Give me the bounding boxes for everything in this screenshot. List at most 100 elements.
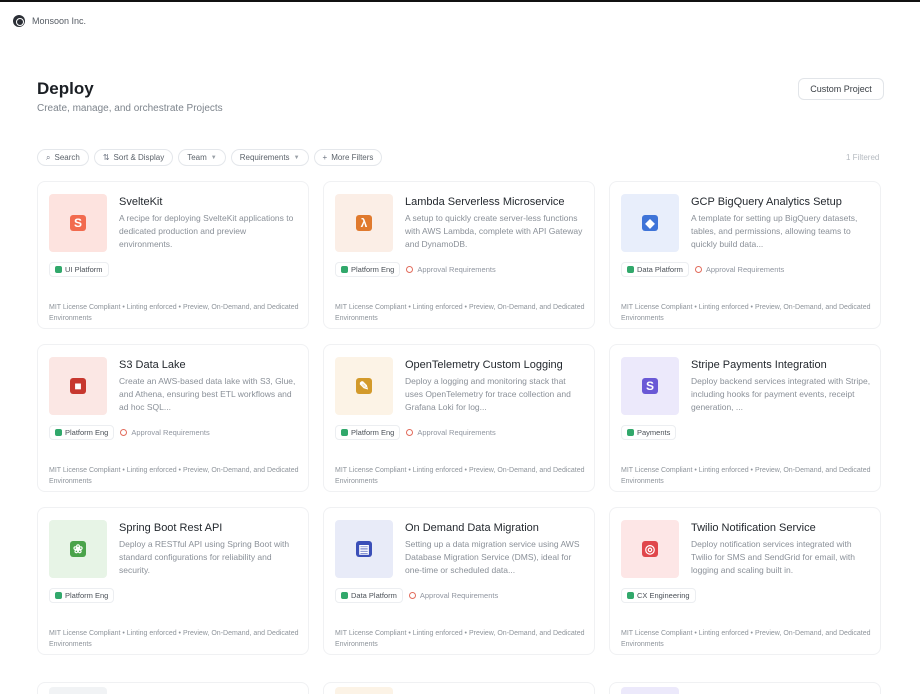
chevron-down-icon: ▼ <box>293 154 300 161</box>
team-tag: Platform Eng <box>335 425 401 440</box>
requirement-icon <box>406 266 414 273</box>
team-tag: Data Platform <box>621 262 689 277</box>
org-switcher[interactable]: Monsoon Inc. <box>13 15 86 27</box>
aws-s3-icon: ■ <box>70 378 86 394</box>
project-card[interactable]: ▤ On Demand Data Migration Setting up a … <box>323 507 595 655</box>
team-icon <box>55 592 62 599</box>
org-name: Monsoon Inc. <box>32 16 87 26</box>
card-tags: Data Platform Approval Requirements <box>335 588 498 603</box>
card-compliance: MIT License Compliant • Linting enforced… <box>49 630 299 648</box>
page-subtitle: Create, manage, and orchestrate Projects <box>37 103 223 114</box>
approval-requirements: Approval Requirements <box>408 588 498 603</box>
card-title: GCP BigQuery Analytics Setup <box>691 196 842 208</box>
sort-display-filter[interactable]: ⇅ Sort & Display <box>93 149 174 166</box>
chevron-down-icon: ▼ <box>210 154 217 161</box>
card-tags: UI Platform <box>49 262 109 277</box>
team-icon <box>341 429 348 436</box>
card-thumbnail <box>335 687 393 694</box>
card-tags: Platform Eng Approval Requirements <box>335 262 496 277</box>
card-thumbnail: λ <box>335 194 393 252</box>
card-description: A template for setting up BigQuery datas… <box>691 213 858 249</box>
card-thumbnail: ◆ <box>621 194 679 252</box>
card-tags: Payments <box>621 425 677 440</box>
card-description: Deploy backend services integrated with … <box>691 376 871 412</box>
team-icon <box>627 429 634 436</box>
card-compliance: MIT License Compliant • Linting enforced… <box>621 630 871 648</box>
card-description: Setting up a data migration service usin… <box>405 539 580 575</box>
card-compliance: MIT License Compliant • Linting enforced… <box>335 304 585 322</box>
requirement-icon <box>408 592 416 599</box>
spring-boot-icon: ❀ <box>70 541 86 557</box>
plus-icon: + <box>322 153 328 162</box>
team-icon <box>627 592 634 599</box>
project-card-peek[interactable] <box>609 682 881 694</box>
card-tags: Data Platform Approval Requirements <box>621 262 784 277</box>
top-border <box>0 0 920 2</box>
team-icon <box>627 266 634 273</box>
project-card[interactable]: S SvelteKit A recipe for deploying Svelt… <box>37 181 309 329</box>
project-card[interactable]: λ Lambda Serverless Microservice A setup… <box>323 181 595 329</box>
card-title: Spring Boot Rest API <box>119 522 223 534</box>
project-card[interactable]: ❀ Spring Boot Rest API Deploy a RESTful … <box>37 507 309 655</box>
card-title: Twilio Notification Service <box>691 522 816 534</box>
search-filter[interactable]: ⌕ Search <box>37 149 89 166</box>
approval-requirements: Approval Requirements <box>120 425 210 440</box>
card-title: On Demand Data Migration <box>405 522 539 534</box>
card-tags: Platform Eng Approval Requirements <box>335 425 496 440</box>
card-title: SvelteKit <box>119 196 163 208</box>
card-title: Lambda Serverless Microservice <box>405 196 565 208</box>
card-tags: CX Engineering <box>621 588 696 603</box>
filter-bar: ⌕ Search ⇅ Sort & Display Team ▼ Require… <box>37 149 383 166</box>
card-compliance: MIT License Compliant • Linting enforced… <box>621 304 871 322</box>
card-thumbnail: ✎ <box>335 357 393 415</box>
requirement-icon <box>694 266 702 273</box>
project-card[interactable]: S Stripe Payments Integration Deploy bac… <box>609 344 881 492</box>
team-tag: Platform Eng <box>335 262 401 277</box>
project-card-peek[interactable] <box>37 682 309 694</box>
card-thumbnail: ◎ <box>621 520 679 578</box>
card-title: S3 Data Lake <box>119 359 186 371</box>
custom-project-button[interactable]: Custom Project <box>798 78 884 100</box>
bigquery-icon: ◆ <box>642 215 658 231</box>
card-title: OpenTelemetry Custom Logging <box>405 359 563 371</box>
team-tag: CX Engineering <box>621 588 696 603</box>
team-tag: Payments <box>621 425 677 440</box>
card-thumbnail: ▤ <box>335 520 393 578</box>
team-icon <box>55 429 62 436</box>
project-card[interactable]: ◆ GCP BigQuery Analytics Setup A templat… <box>609 181 881 329</box>
project-card[interactable]: ■ S3 Data Lake Create an AWS-based data … <box>37 344 309 492</box>
team-tag: Platform Eng <box>49 588 115 603</box>
aws-lambda-icon: λ <box>356 215 372 231</box>
project-card[interactable]: ◎ Twilio Notification Service Deploy not… <box>609 507 881 655</box>
team-tag: UI Platform <box>49 262 109 277</box>
team-filter[interactable]: Team ▼ <box>178 149 226 166</box>
card-thumbnail: ■ <box>49 357 107 415</box>
requirement-icon <box>120 429 128 436</box>
approval-requirements: Approval Requirements <box>694 262 784 277</box>
team-icon <box>341 266 348 273</box>
card-description: Deploy a logging and monitoring stack th… <box>405 376 571 412</box>
card-compliance: MIT License Compliant • Linting enforced… <box>49 467 299 485</box>
card-compliance: MIT License Compliant • Linting enforced… <box>49 304 299 322</box>
card-description: Deploy a RESTful API using Spring Boot w… <box>119 539 290 575</box>
card-description: Create an AWS-based data lake with S3, G… <box>119 376 296 412</box>
card-description: Deploy notification services integrated … <box>691 539 855 575</box>
more-filters-button[interactable]: + More Filters <box>313 149 383 166</box>
card-compliance: MIT License Compliant • Linting enforced… <box>335 467 585 485</box>
team-icon <box>341 592 348 599</box>
team-icon <box>55 266 62 273</box>
project-card[interactable]: ✎ OpenTelemetry Custom Logging Deploy a … <box>323 344 595 492</box>
card-compliance: MIT License Compliant • Linting enforced… <box>335 630 585 648</box>
team-tag: Data Platform <box>335 588 403 603</box>
approval-requirements: Approval Requirements <box>406 262 496 277</box>
card-thumbnail <box>49 687 107 694</box>
project-card-peek[interactable] <box>323 682 595 694</box>
card-description: A recipe for deploying SvelteKit applica… <box>119 213 294 249</box>
card-tags: Platform Eng Approval Requirements <box>49 425 210 440</box>
aws-dms-icon: ▤ <box>356 541 372 557</box>
card-tags: Platform Eng <box>49 588 115 603</box>
results-count: 1 Filtered <box>846 153 880 162</box>
requirements-filter[interactable]: Requirements ▼ <box>230 149 309 166</box>
approval-requirements: Approval Requirements <box>406 425 496 440</box>
sort-icon: ⇅ <box>102 153 110 162</box>
